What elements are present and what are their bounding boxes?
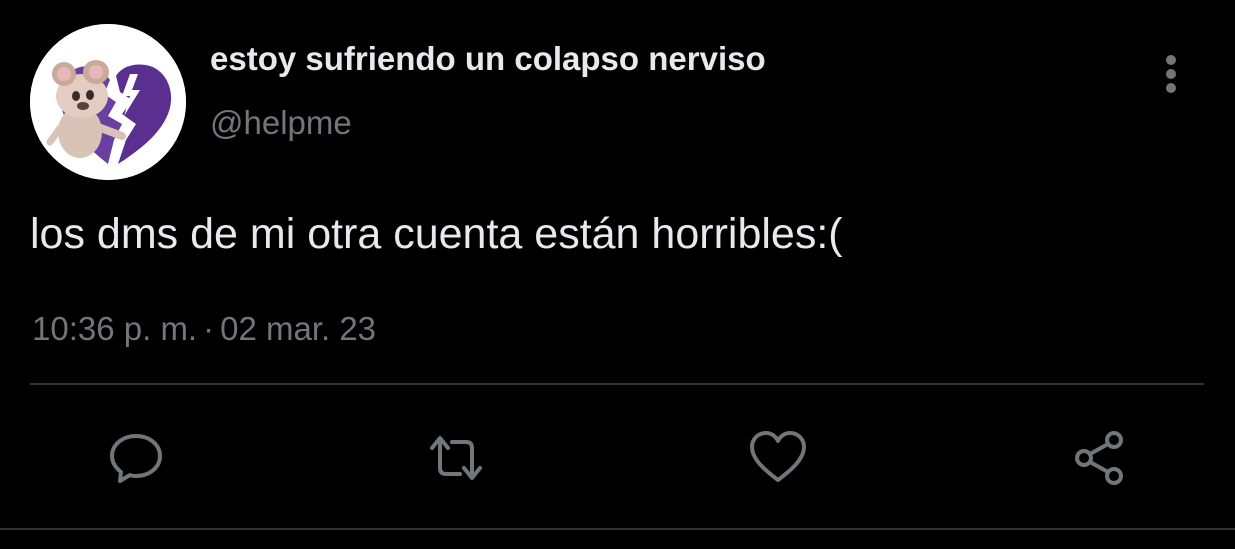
retweet-button[interactable]: [426, 428, 486, 488]
more-vertical-icon: [1166, 55, 1176, 93]
handle[interactable]: @helpme: [210, 104, 352, 142]
display-name[interactable]: estoy sufriendo un colapso nerviso: [210, 40, 766, 78]
avatar[interactable]: [30, 24, 186, 180]
reply-button[interactable]: [106, 428, 166, 488]
tweet-time: 10:36 p. m.: [32, 310, 198, 347]
tweet-timestamp[interactable]: 10:36 p. m. · 02 mar. 23: [32, 310, 376, 348]
tweet-date: 02 mar. 23: [220, 310, 377, 347]
like-button[interactable]: [748, 428, 808, 488]
heart-icon: [750, 431, 806, 482]
more-options-button[interactable]: [1150, 52, 1192, 96]
divider: [30, 383, 1204, 385]
share-button[interactable]: [1070, 428, 1130, 488]
meta-separator: ·: [203, 310, 215, 347]
bottom-divider: [0, 528, 1235, 530]
retweet-icon: [430, 436, 482, 480]
share-icon: [1075, 431, 1123, 485]
avatar-image: [30, 24, 186, 180]
reply-icon: [110, 434, 162, 483]
tweet-text: los dms de mi otra cuenta están horrible…: [30, 210, 843, 258]
